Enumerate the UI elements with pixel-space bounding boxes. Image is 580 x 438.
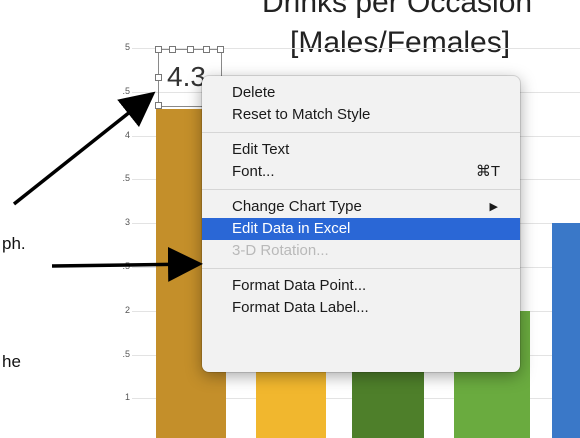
arrow-to-edit-data <box>51 246 203 282</box>
arrow-to-data-label <box>12 91 156 206</box>
annotation-arrows <box>12 91 203 282</box>
